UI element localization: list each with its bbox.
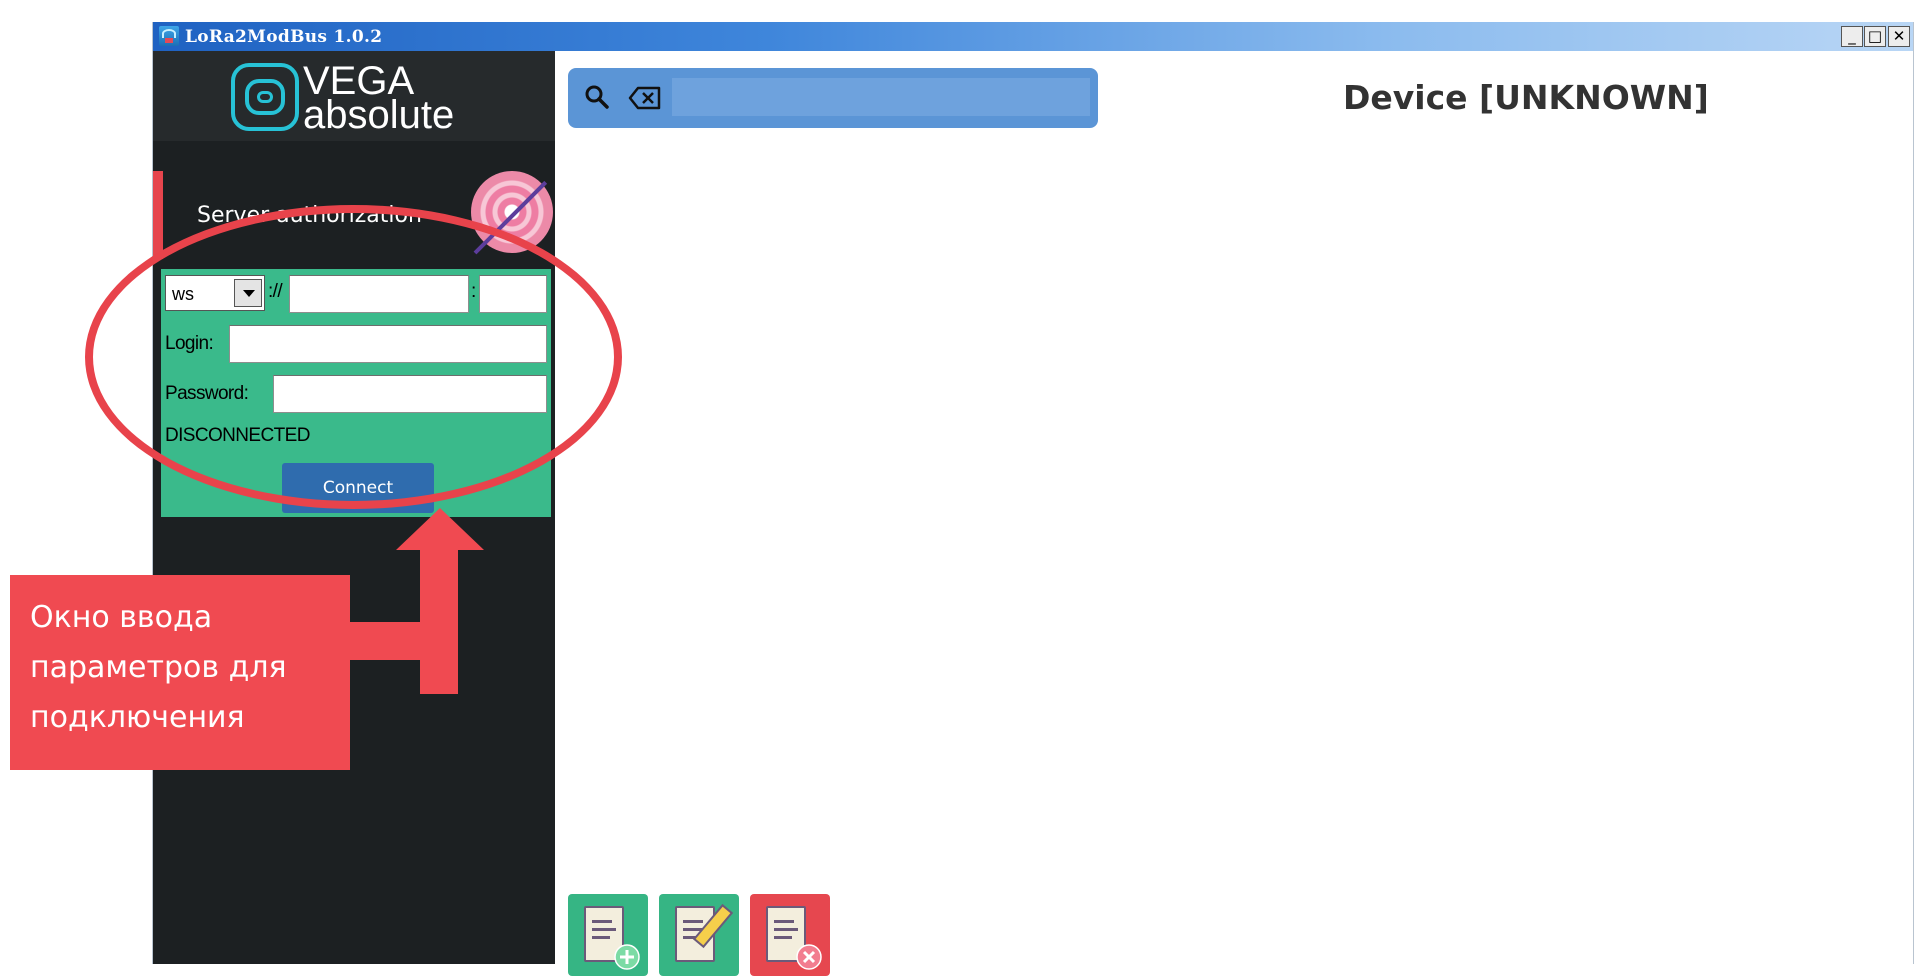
callout-line: параметров для bbox=[30, 650, 287, 685]
device-title: Device [UNKNOWN] bbox=[1343, 78, 1709, 117]
search-icon[interactable] bbox=[584, 84, 610, 110]
window-title: LoRa2ModBus 1.0.2 bbox=[185, 27, 383, 47]
plus-badge-icon bbox=[614, 944, 640, 970]
search-input[interactable] bbox=[672, 78, 1090, 116]
callout-line: Окно ввода bbox=[30, 600, 213, 635]
remove-badge-icon bbox=[796, 944, 822, 970]
logo-text-absolute: absolute bbox=[303, 93, 455, 137]
search-bar bbox=[568, 68, 1098, 128]
annotation-callout: Окно ввода параметров для подключения bbox=[10, 575, 350, 770]
vega-logo-icon bbox=[231, 63, 299, 131]
active-indicator bbox=[153, 171, 163, 259]
minimize-button[interactable]: _ bbox=[1841, 26, 1863, 47]
callout-text: Окно ввода параметров для подключения bbox=[30, 593, 350, 743]
close-button[interactable]: ✕ bbox=[1888, 26, 1910, 47]
app-icon bbox=[159, 26, 179, 46]
logo-bar: VEGA absolute bbox=[153, 51, 555, 141]
maximize-button[interactable]: □ bbox=[1864, 26, 1886, 47]
title-bar[interactable]: LoRa2ModBus 1.0.2 _ □ ✕ bbox=[153, 22, 1913, 51]
highlight-ellipse bbox=[85, 205, 622, 509]
clear-search-icon[interactable] bbox=[628, 86, 662, 110]
callout-line: подключения bbox=[30, 700, 245, 735]
pencil-icon bbox=[693, 903, 734, 949]
annotation-arrow-stem bbox=[420, 544, 458, 694]
annotation-arrow-bar bbox=[340, 622, 458, 660]
